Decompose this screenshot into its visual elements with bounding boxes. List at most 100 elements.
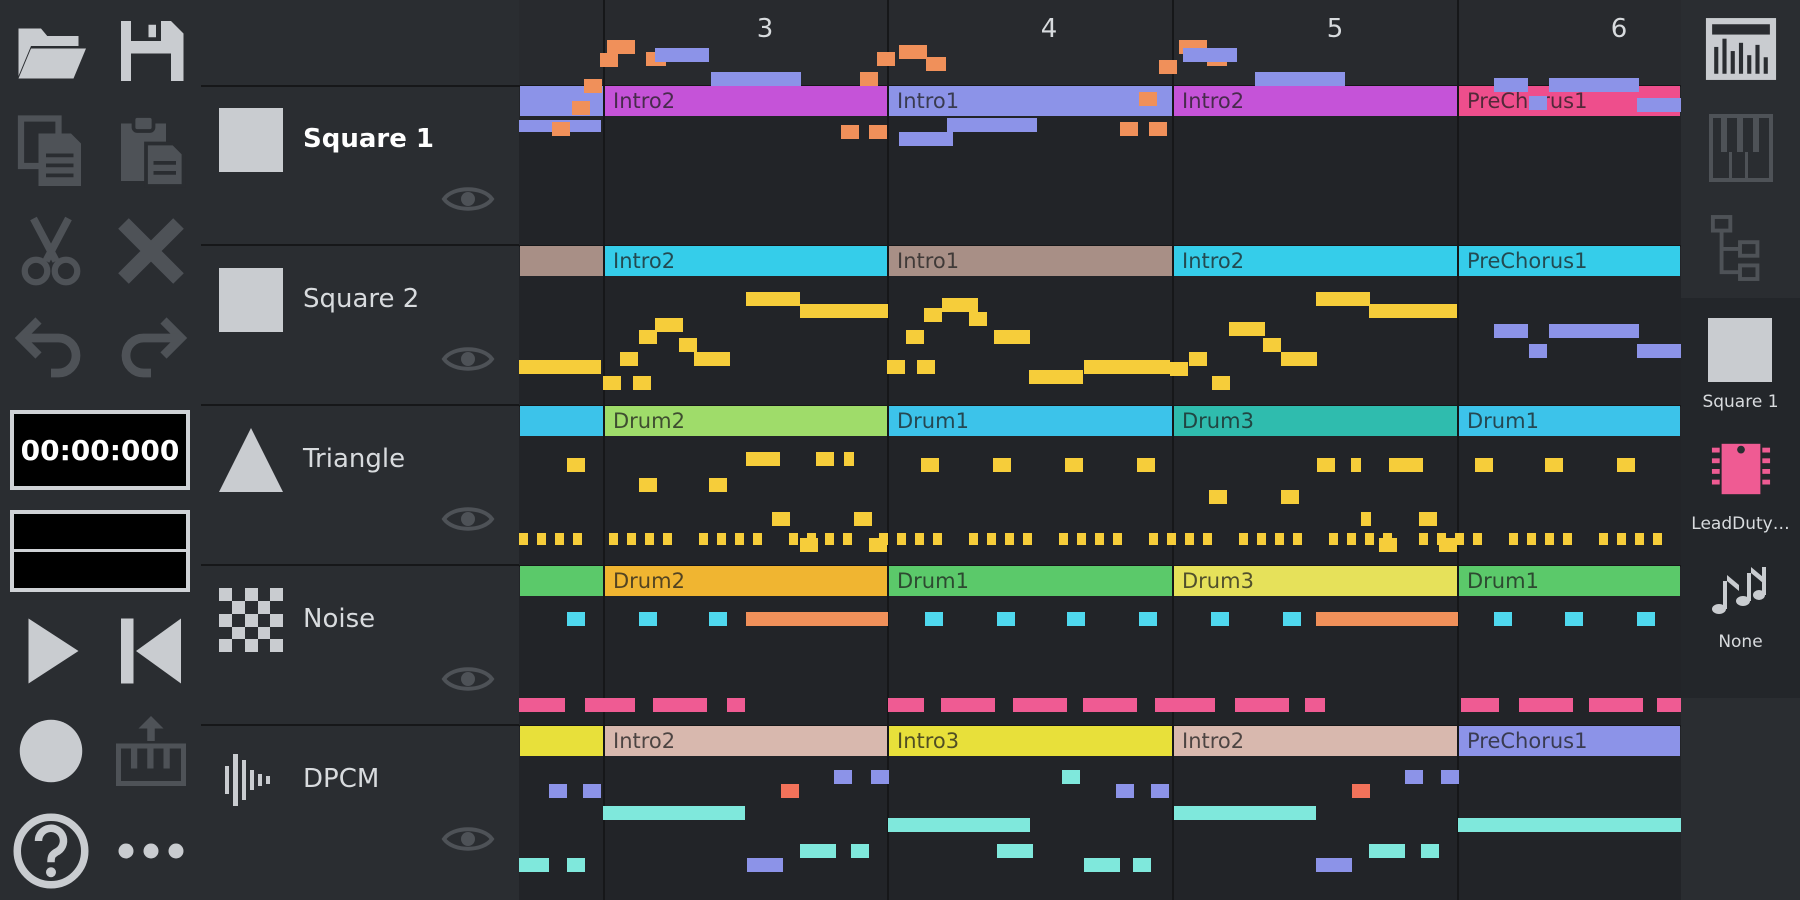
note[interactable] (941, 698, 995, 712)
arpeggio-button[interactable]: LeadDuty… (1681, 436, 1800, 536)
note[interactable] (746, 452, 780, 466)
redo-button[interactable] (108, 300, 194, 386)
channel-square1[interactable]: Square 1 (201, 86, 519, 246)
note[interactable] (997, 612, 1015, 626)
note[interactable] (645, 533, 654, 545)
eye-visibility-icon[interactable] (441, 342, 495, 376)
undo-button[interactable] (8, 300, 94, 386)
note[interactable] (1563, 533, 1572, 545)
note[interactable] (1167, 533, 1176, 545)
note[interactable] (1293, 533, 1302, 545)
pattern-block[interactable]: Intro2 (1174, 86, 1457, 116)
sequencer-grid[interactable]: 3 4 5 6 Intro2 Intro1 Intro2 PreChorus1 Intr… (519, 0, 1681, 900)
note[interactable] (1005, 533, 1014, 545)
rewind-button[interactable] (108, 608, 194, 694)
note[interactable] (709, 612, 727, 626)
note[interactable] (1281, 352, 1317, 366)
note[interactable] (1545, 533, 1554, 545)
note[interactable] (1316, 292, 1370, 306)
note[interactable] (1347, 533, 1356, 545)
note[interactable] (1473, 533, 1482, 545)
note[interactable] (879, 533, 888, 545)
note[interactable] (800, 844, 836, 858)
note[interactable] (1211, 612, 1229, 626)
note[interactable] (1159, 60, 1177, 74)
note[interactable] (844, 452, 854, 466)
note[interactable] (825, 533, 834, 545)
note[interactable] (1635, 533, 1644, 545)
note[interactable] (1545, 458, 1563, 472)
note[interactable] (519, 360, 601, 374)
sequencer-view-button[interactable] (1681, 12, 1800, 84)
piano-roll-button[interactable] (1681, 110, 1800, 188)
note[interactable] (1023, 533, 1032, 545)
channel-triangle[interactable]: Triangle (201, 406, 519, 566)
pattern-block[interactable] (520, 246, 603, 276)
note[interactable] (1077, 533, 1086, 545)
note[interactable] (877, 52, 895, 66)
note[interactable] (1589, 698, 1643, 712)
note[interactable] (519, 858, 549, 872)
note[interactable] (603, 806, 745, 820)
pattern-block[interactable] (520, 566, 603, 596)
pattern-block[interactable]: Drum1 (1459, 406, 1680, 436)
pattern-block[interactable]: Drum2 (605, 406, 887, 436)
note[interactable] (969, 312, 987, 326)
pattern-block[interactable]: Intro2 (605, 246, 887, 276)
note[interactable] (746, 292, 800, 306)
pattern-block[interactable] (520, 406, 603, 436)
note[interactable] (1084, 858, 1120, 872)
note[interactable] (860, 72, 878, 86)
note[interactable] (807, 533, 816, 545)
note[interactable] (519, 698, 565, 712)
note[interactable] (1509, 533, 1518, 545)
note[interactable] (1169, 698, 1215, 712)
help-button[interactable] (8, 808, 94, 894)
note[interactable] (679, 338, 697, 352)
note[interactable] (1257, 533, 1266, 545)
note[interactable] (1365, 533, 1374, 545)
pattern-block[interactable]: Intro2 (605, 86, 887, 116)
note[interactable] (627, 533, 636, 545)
note[interactable] (1458, 818, 1681, 832)
note[interactable] (1203, 533, 1212, 545)
note[interactable] (1369, 844, 1405, 858)
pattern-block[interactable]: Intro3 (889, 726, 1172, 756)
note[interactable] (1361, 512, 1371, 526)
note[interactable] (709, 478, 727, 492)
note[interactable] (699, 533, 708, 545)
pattern-block[interactable]: Intro2 (605, 726, 887, 756)
note[interactable] (888, 698, 924, 712)
note[interactable] (1149, 533, 1158, 545)
note[interactable] (572, 101, 590, 115)
pattern-block[interactable]: Drum1 (1459, 566, 1680, 596)
note[interactable] (1174, 806, 1316, 820)
note[interactable] (1617, 458, 1635, 472)
note[interactable] (1113, 533, 1122, 545)
note[interactable] (653, 698, 707, 712)
note[interactable] (947, 118, 1037, 132)
note[interactable] (1212, 376, 1230, 390)
note[interactable] (1529, 96, 1547, 110)
record-button[interactable] (8, 708, 94, 794)
note[interactable] (585, 698, 635, 712)
note[interactable] (942, 298, 978, 312)
note[interactable] (897, 533, 906, 545)
note[interactable] (1255, 72, 1345, 86)
note[interactable] (1494, 324, 1528, 338)
note[interactable] (1062, 770, 1080, 784)
note[interactable] (1189, 352, 1207, 366)
note[interactable] (1305, 698, 1325, 712)
note[interactable] (921, 458, 939, 472)
project-explorer-button[interactable] (1681, 208, 1800, 288)
note[interactable] (633, 376, 651, 390)
note[interactable] (924, 308, 942, 322)
note[interactable] (552, 122, 570, 136)
note[interactable] (851, 844, 869, 858)
none-button[interactable]: None (1681, 554, 1800, 654)
note[interactable] (735, 533, 744, 545)
pattern-block[interactable]: Drum3 (1174, 406, 1457, 436)
note[interactable] (841, 125, 859, 139)
note[interactable] (1527, 533, 1536, 545)
note[interactable] (871, 770, 889, 784)
